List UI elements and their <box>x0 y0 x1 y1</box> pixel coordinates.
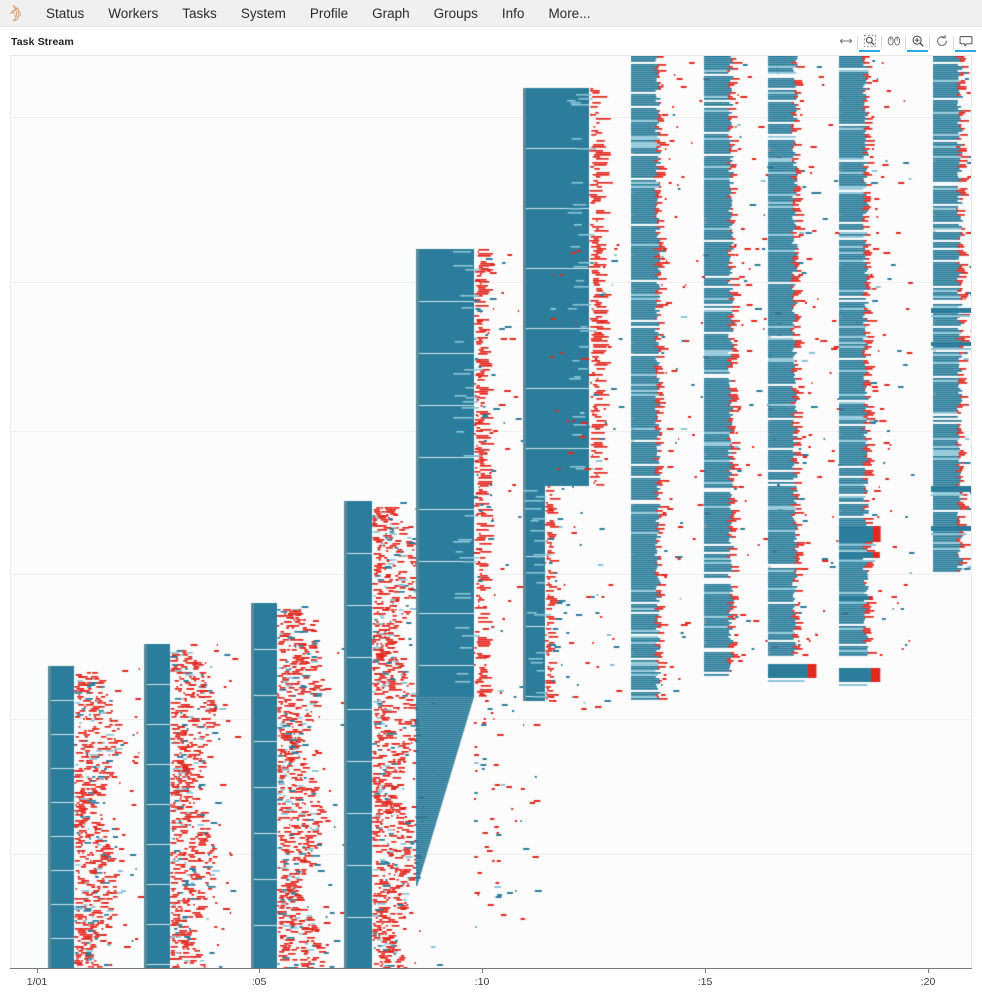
axis-tick <box>37 968 38 973</box>
axis-tick <box>705 968 706 973</box>
bokeh-toolbar <box>835 32 976 52</box>
nav-item-system[interactable]: System <box>229 0 298 27</box>
nav-item-workers[interactable]: Workers <box>96 0 170 27</box>
axis-tick-label: :10 <box>474 976 490 988</box>
axis-line <box>10 968 972 969</box>
axis-tick <box>928 968 929 973</box>
nav-item-groups[interactable]: Groups <box>422 0 490 27</box>
hover-tool-icon[interactable] <box>955 32 976 52</box>
axis-tick-label: 1/01 <box>26 976 48 988</box>
axis-tick-label: :05 <box>251 976 267 988</box>
nav-item-info[interactable]: Info <box>490 0 537 27</box>
axis-tick <box>259 968 260 973</box>
zoom-in-tool-icon[interactable] <box>907 32 928 52</box>
task-rectangles-canvas[interactable] <box>11 56 971 968</box>
axis-tick-label: :20 <box>920 976 936 988</box>
task-stream-plot-area[interactable] <box>10 55 972 968</box>
nav-item-tasks[interactable]: Tasks <box>170 0 229 27</box>
box-zoom-tool-icon[interactable] <box>859 32 880 52</box>
nav-item-profile[interactable]: Profile <box>298 0 360 27</box>
reset-tool-icon[interactable] <box>931 32 952 52</box>
wheel-zoom-tool-icon[interactable] <box>883 32 904 52</box>
axis-tick-label: :15 <box>697 976 713 988</box>
axis-tick <box>482 968 483 973</box>
pan-tool-icon[interactable] <box>835 32 856 52</box>
nav-item-graph[interactable]: Graph <box>360 0 422 27</box>
dask-logo-icon[interactable] <box>0 0 34 27</box>
toolbar-separator <box>881 35 882 49</box>
top-navbar: Status Workers Tasks System Profile Grap… <box>0 0 982 27</box>
toolbar-separator <box>929 35 930 49</box>
toolbar-separator <box>905 35 906 49</box>
x-axis: 1/01 :05 :10 :15 :20 <box>10 968 972 1000</box>
toolbar-separator <box>953 35 954 49</box>
toolbar-separator <box>857 35 858 49</box>
plot-title: Task Stream <box>11 36 74 48</box>
task-stream-panel: Task Stream 1/01:05:10:15:20 <box>0 27 982 1000</box>
nav-item-status[interactable]: Status <box>34 0 96 27</box>
nav-item-more[interactable]: More... <box>536 0 602 27</box>
